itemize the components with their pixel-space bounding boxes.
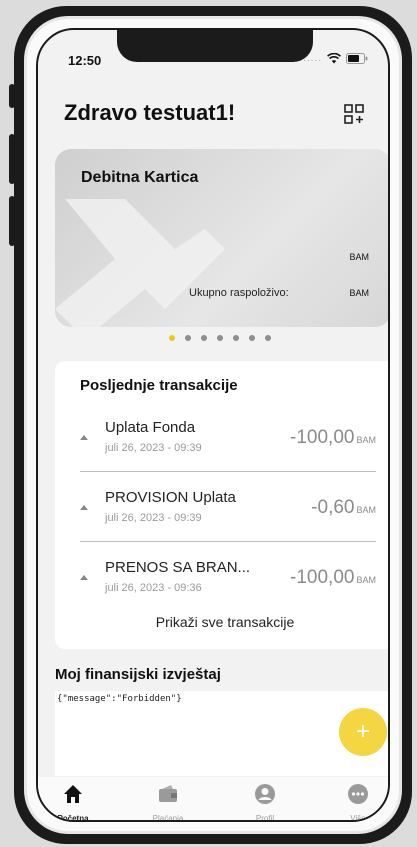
phone-frame: 12:50 ..... Zdravo testuat1! Debitna Kar… — [14, 6, 412, 844]
wallet-icon — [159, 785, 177, 802]
tab-profile-label: Profil — [255, 814, 275, 822]
pager-dot[interactable] — [201, 335, 207, 341]
add-button[interactable]: + — [339, 708, 387, 756]
show-all-transactions-link[interactable]: Prikaži sve transakcije — [55, 614, 388, 630]
pager-dot[interactable] — [169, 335, 175, 341]
transaction-amount-value: -0,60 — [311, 497, 355, 518]
transaction-amount-value: -100,00 — [290, 567, 355, 588]
home-icon — [64, 785, 82, 803]
status-indicators: ..... — [303, 53, 368, 64]
signal-icon: ..... — [303, 53, 322, 64]
battery-icon — [346, 53, 368, 64]
transaction-currency: BAM — [356, 435, 376, 445]
card-title: Debitna Kartica — [81, 169, 199, 186]
tab-payments-label: Plaćanja — [152, 814, 184, 822]
app-screen: 12:50 ..... Zdravo testuat1! Debitna Kar… — [36, 28, 390, 822]
bottom-tab-bar: Početna Plaćanja Profil Više — [38, 777, 388, 822]
tab-profile[interactable]: Profil — [230, 783, 300, 822]
pager-dot[interactable] — [233, 335, 239, 341]
transaction-date: juli 26, 2023 - 09:39 — [105, 512, 202, 524]
greeting-title: Zdravo testuat1! — [64, 100, 236, 125]
notch — [117, 30, 313, 62]
transaction-row[interactable]: Uplata Fonda juli 26, 2023 - 09:39 -100,… — [80, 413, 376, 472]
card-logo-watermark — [55, 199, 225, 327]
card-currency: BAM — [349, 252, 369, 262]
transaction-currency: BAM — [356, 575, 376, 585]
pager-dot[interactable] — [185, 335, 191, 341]
pager-dot[interactable] — [265, 335, 271, 341]
debit-card[interactable]: Debitna Kartica BAM Ukupno raspoloživo: … — [55, 149, 388, 327]
expand-arrow-icon — [80, 435, 88, 440]
financial-report-response: {"message":"Forbidden"} — [57, 694, 182, 704]
transaction-name: PROVISION Uplata — [105, 489, 236, 506]
tab-home[interactable]: Početna — [38, 783, 108, 822]
phone-bezel: 12:50 ..... Zdravo testuat1! Debitna Kar… — [24, 16, 402, 834]
tab-more-label: Više — [350, 814, 366, 822]
wifi-icon — [327, 53, 341, 64]
pager-dot[interactable] — [217, 335, 223, 341]
available-balance-label: Ukupno raspoloživo: — [189, 287, 289, 299]
transaction-date: juli 26, 2023 - 09:39 — [105, 442, 202, 454]
transaction-row[interactable]: PROVISION Uplata juli 26, 2023 - 09:39 -… — [80, 483, 376, 542]
transaction-amount: -100,00 BAM — [290, 567, 376, 589]
financial-report-title: Moj finansijski izvještaj — [55, 666, 221, 683]
transaction-name: PRENOS SA BRAN... — [105, 559, 251, 576]
status-time: 12:50 — [68, 53, 102, 68]
tab-more[interactable]: Više — [323, 783, 388, 822]
available-balance-currency: BAM — [349, 288, 369, 298]
transaction-name: Uplata Fonda — [105, 419, 196, 436]
expand-arrow-icon — [80, 505, 88, 510]
pager-dot[interactable] — [249, 335, 255, 341]
transactions-title: Posljednje transakcije — [80, 377, 238, 394]
user-icon — [255, 784, 275, 804]
tab-payments[interactable]: Plaćanja — [133, 783, 203, 822]
card-pager[interactable] — [169, 335, 271, 341]
qr-code-icon[interactable] — [344, 104, 364, 124]
transaction-amount: -100,00 BAM — [290, 427, 376, 449]
transaction-date: juli 26, 2023 - 09:36 — [105, 582, 202, 594]
expand-arrow-icon — [80, 575, 88, 580]
transaction-row[interactable]: PRENOS SA BRAN... juli 26, 2023 - 09:36 … — [80, 553, 376, 611]
transaction-currency: BAM — [356, 505, 376, 515]
more-icon — [348, 784, 368, 804]
transaction-amount: -0,60 BAM — [311, 497, 376, 519]
tab-home-label: Početna — [57, 814, 89, 822]
recent-transactions-panel: Posljednje transakcije Uplata Fonda juli… — [55, 361, 388, 649]
transaction-amount-value: -100,00 — [290, 427, 355, 448]
